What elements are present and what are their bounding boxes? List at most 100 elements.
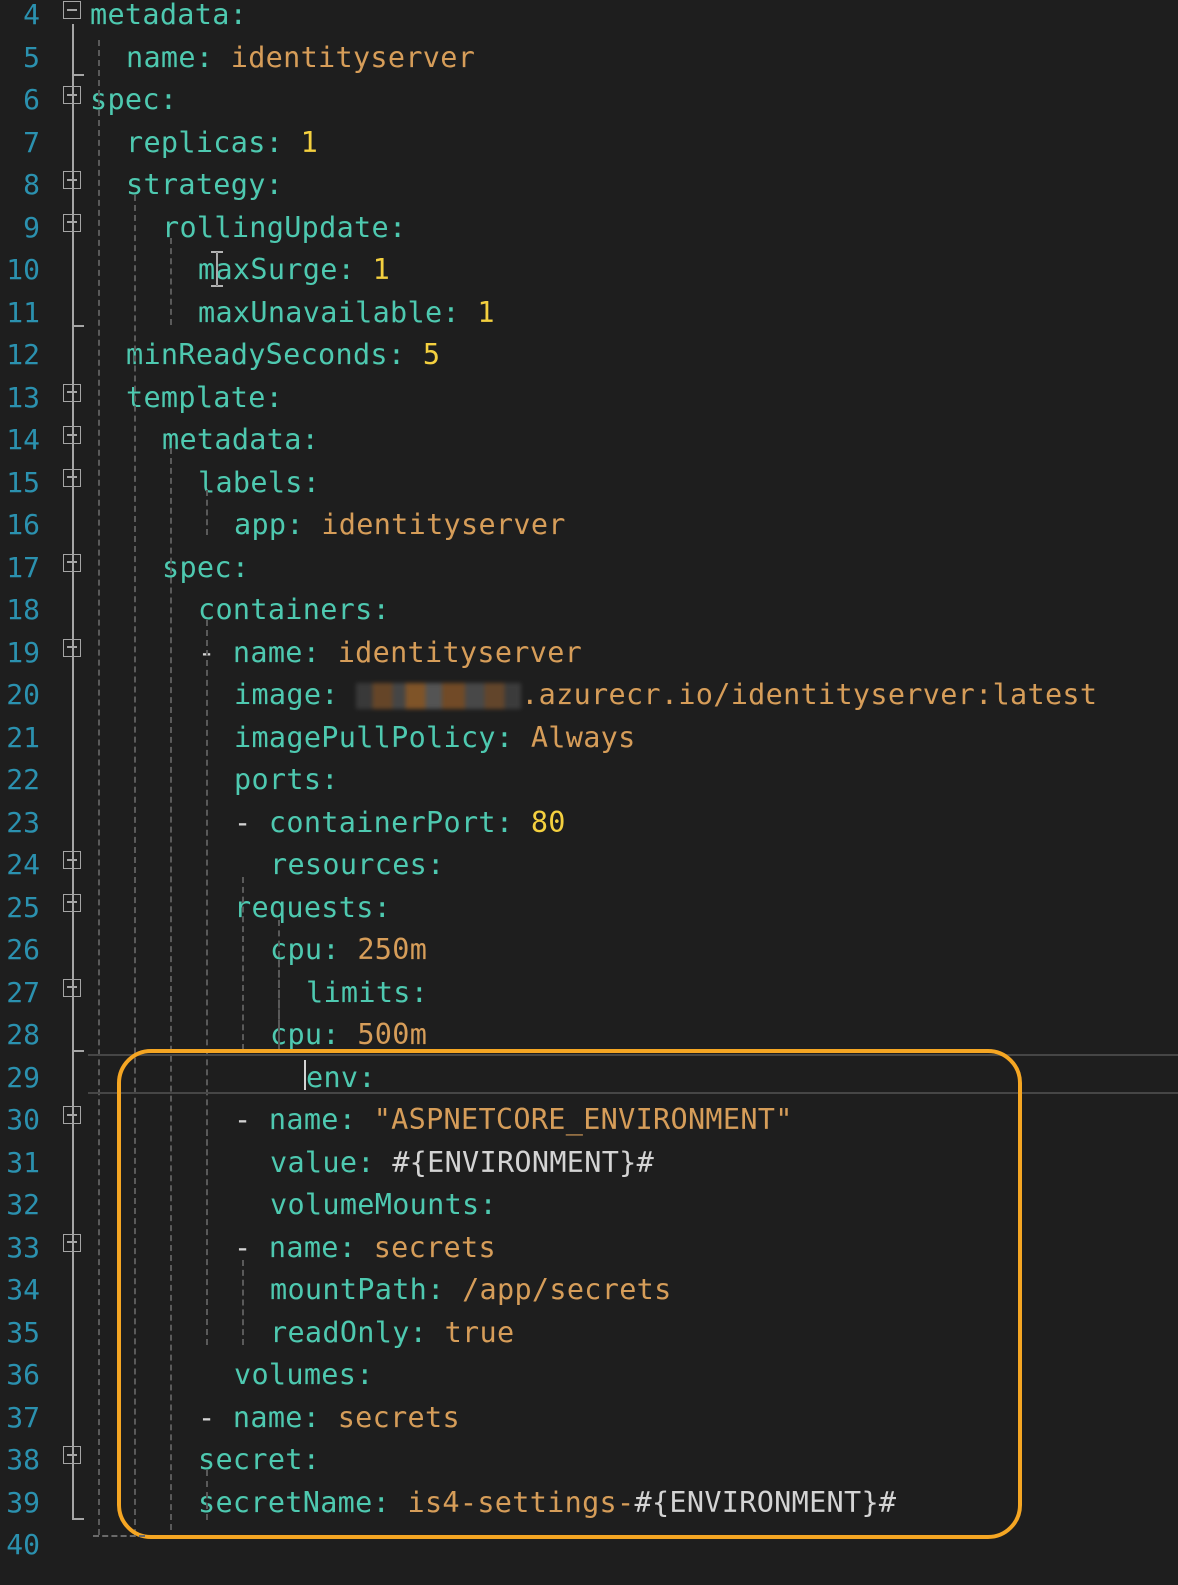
code-token: ports: [234, 763, 322, 796]
code-token: :: [321, 763, 339, 796]
code-text: rollingUpdate:: [162, 207, 406, 250]
code-token: identityserver: [321, 508, 566, 541]
line-number: 19: [6, 635, 40, 669]
code-token: minReadySeconds: [126, 338, 388, 371]
line-number: 31: [6, 1145, 40, 1179]
line-number: 24: [6, 848, 40, 881]
line-number: 12: [6, 338, 40, 371]
code-line[interactable]: 22 ports:: [0, 763, 1178, 820]
code-line[interactable]: 26 cpu: 250m: [0, 933, 1178, 990]
code-text: strategy:: [126, 164, 283, 207]
code-line[interactable]: 18 containers:: [0, 593, 1178, 650]
code-token: containers: [198, 593, 373, 626]
code-token: :: [427, 848, 445, 881]
code-token: :: [495, 805, 531, 839]
code-text: metadata:: [162, 419, 319, 462]
end-of-file-guide: [93, 1535, 145, 1537]
code-token: :: [337, 253, 373, 286]
code-line[interactable]: 10 maxSurge: 1: [0, 253, 1178, 310]
code-line[interactable]: 24 resources:: [0, 848, 1178, 905]
line-number: 22: [6, 763, 40, 796]
code-token: rollingUpdate: [162, 210, 389, 244]
fold-region-end: [72, 1518, 84, 1520]
code-token: :: [410, 975, 429, 1009]
code-token: resources: [270, 848, 428, 881]
code-text: limits:: [306, 972, 428, 1015]
code-line[interactable]: 17 spec:: [0, 551, 1178, 608]
code-text: imagePullPolicy: Always: [234, 717, 636, 760]
code-text: resources:: [270, 844, 445, 887]
code-token: :: [159, 83, 178, 116]
code-token: 500m: [357, 1018, 428, 1051]
code-line[interactable]: 23 - containerPort: 80: [0, 806, 1178, 863]
code-line[interactable]: 21 imagePullPolicy: Always: [0, 721, 1178, 778]
line-number: 34: [6, 1273, 40, 1306]
code-token: spec: [162, 550, 232, 584]
line-number: 27: [6, 975, 40, 1009]
code-token: containerPort: [268, 805, 496, 839]
code-text: - containerPort: 80: [234, 802, 566, 845]
code-text: maxUnavailable: 1: [198, 292, 495, 335]
code-token: spec: [90, 83, 160, 116]
fold-region-end: [72, 325, 84, 327]
code-token: app: [234, 508, 287, 541]
line-number: 14: [6, 423, 40, 456]
code-token: :: [372, 593, 391, 626]
code-token: 250m: [357, 933, 428, 966]
code-text: cpu: 250m: [270, 929, 427, 972]
redacted-registry-name: [356, 683, 522, 709]
code-token: requests: [234, 890, 374, 924]
collapse-minus-icon[interactable]: [63, 1, 81, 19]
code-token: 5: [422, 338, 441, 371]
code-token: :: [195, 40, 231, 74]
line-number: 38: [6, 1443, 40, 1476]
code-token: :: [265, 125, 301, 159]
code-token: :: [265, 168, 284, 201]
code-token: :: [322, 933, 358, 966]
line-number: 15: [6, 465, 40, 499]
code-text: maxSurge: 1: [198, 249, 390, 292]
code-token: metadata: [162, 423, 302, 456]
code-text: spec:: [162, 547, 249, 590]
code-line[interactable]: 40: [0, 1528, 1178, 1585]
code-token: :: [301, 423, 320, 456]
line-number: 18: [6, 593, 40, 626]
code-token: :: [286, 508, 322, 541]
code-token: limits: [306, 975, 411, 1009]
line-number: 30: [6, 1103, 40, 1136]
code-text: containers:: [198, 589, 390, 632]
code-text: labels:: [198, 462, 320, 505]
line-number: 26: [6, 933, 40, 966]
code-token: :: [495, 720, 531, 754]
indent-guide: [98, 40, 100, 1535]
line-number: 8: [23, 168, 40, 201]
code-line[interactable]: 15 labels:: [0, 466, 1178, 523]
code-line[interactable]: 27 limits:: [0, 976, 1178, 1033]
code-token: name: [232, 635, 303, 669]
line-number: 16: [6, 508, 40, 541]
line-number: 20: [6, 678, 40, 711]
line-number: 23: [6, 805, 40, 839]
code-text: - name: identityserver: [198, 632, 582, 675]
code-token: 1: [477, 295, 495, 329]
code-text: requests:: [234, 887, 391, 930]
line-number: 32: [6, 1188, 40, 1221]
code-token: 1: [300, 125, 319, 159]
code-token: :: [229, 0, 248, 31]
code-token: :: [373, 890, 392, 924]
code-line[interactable]: 9 rollingUpdate:: [0, 211, 1178, 268]
indent-guide: [278, 960, 280, 1045]
line-number: 5: [23, 40, 40, 74]
line-number: 17: [6, 550, 40, 584]
code-text: metadata:: [90, 0, 247, 37]
fold-region-end: [72, 74, 84, 76]
code-token: maxUnavailable: [198, 295, 443, 329]
code-line[interactable]: 25 requests:: [0, 891, 1178, 948]
code-token: 1: [372, 253, 391, 286]
code-token: identityserver: [337, 635, 583, 669]
line-number: 6: [23, 83, 40, 116]
code-line[interactable]: 14 metadata:: [0, 423, 1178, 480]
code-token: imagePullPolicy: [234, 720, 496, 754]
line-number: 11: [6, 295, 40, 329]
indent-guide: [170, 238, 172, 325]
